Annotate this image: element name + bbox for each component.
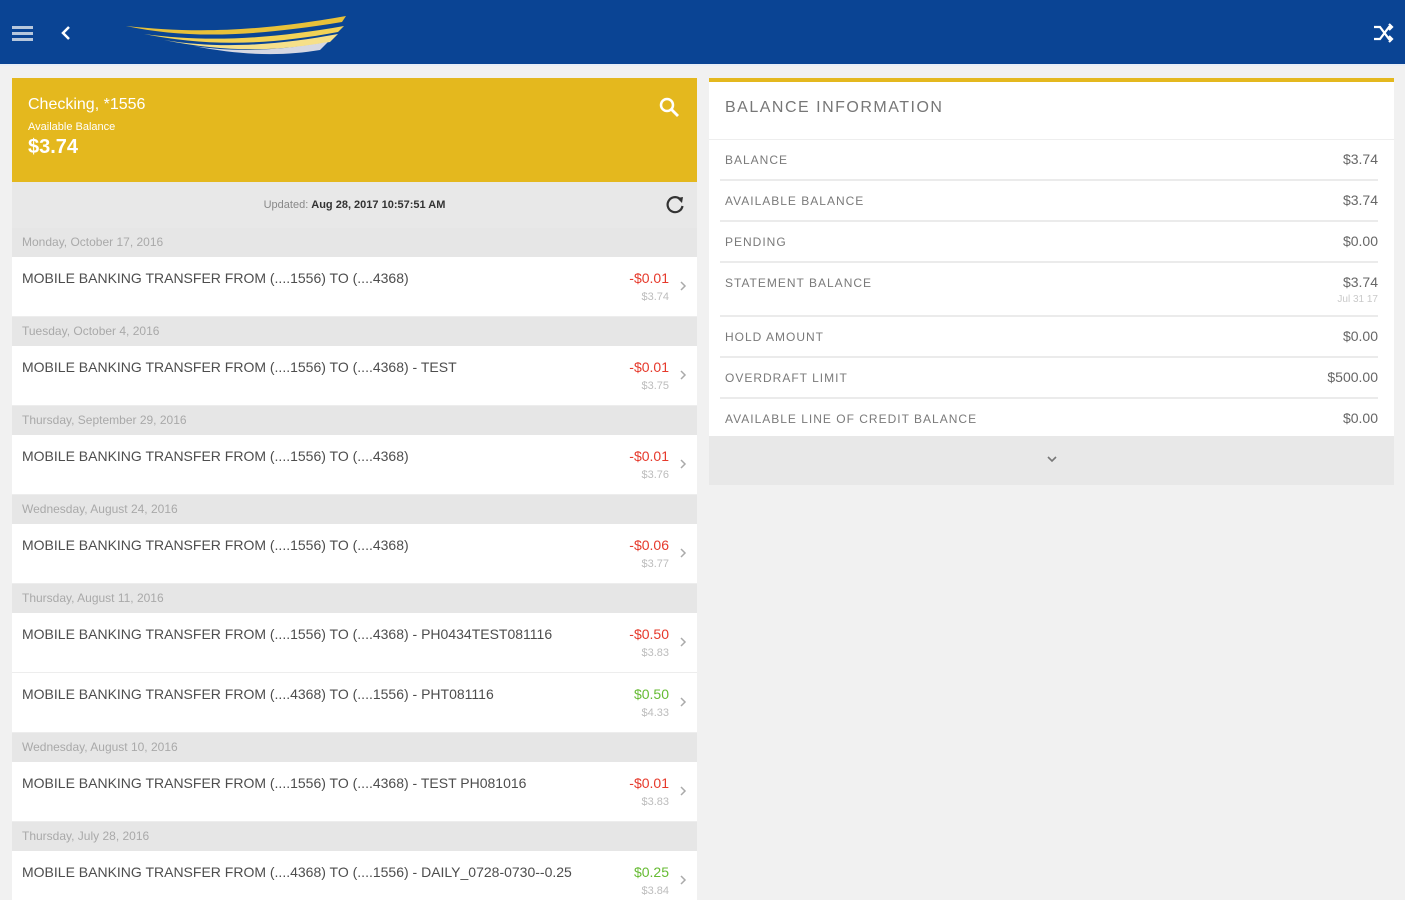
available-balance-label: Available Balance — [28, 121, 116, 133]
balance-row-value: $0.00 — [1342, 233, 1378, 249]
bank-logo — [126, 16, 346, 55]
transaction-description: MOBILE BANKING TRANSFER FROM (....1556) … — [22, 270, 409, 286]
transaction-row[interactable]: MOBILE BANKING TRANSFER FROM (....1556) … — [12, 346, 697, 406]
chevron-right-icon — [680, 281, 687, 291]
transaction-running-balance: $3.83 — [641, 647, 669, 659]
top-app-bar — [0, 0, 1405, 66]
balance-row-label: AVAILABLE LINE OF CREDIT BALANCE — [725, 412, 978, 426]
refresh-icon[interactable] — [664, 194, 686, 216]
transaction-description: MOBILE BANKING TRANSFER FROM (....1556) … — [22, 448, 409, 464]
balance-row: STATEMENT BALANCE $3.74 Jul 31 17 — [720, 263, 1378, 317]
date-group-header: Wednesday, August 10, 2016 — [12, 733, 697, 762]
chevron-right-icon — [680, 548, 687, 558]
transaction-row[interactable]: MOBILE BANKING TRANSFER FROM (....1556) … — [12, 257, 697, 317]
balance-row-value: $3.74 — [1342, 151, 1378, 167]
transaction-amount: -$0.50 — [629, 626, 669, 642]
balance-row: AVAILABLE BALANCE $3.74 — [720, 181, 1378, 222]
date-group-header: Monday, October 17, 2016 — [12, 228, 697, 257]
shuffle-icon[interactable] — [1371, 21, 1395, 45]
transaction-description: MOBILE BANKING TRANSFER FROM (....1556) … — [22, 626, 553, 642]
account-name: Checking, *1556 — [28, 96, 146, 113]
transaction-list: Monday, October 17, 2016 MOBILE BANKING T… — [12, 228, 697, 900]
chevron-down-icon — [1047, 456, 1057, 463]
date-group-header: Tuesday, October 4, 2016 — [12, 317, 697, 346]
transaction-description: MOBILE BANKING TRANSFER FROM (....1556) … — [22, 775, 527, 791]
chevron-right-icon — [680, 786, 687, 796]
balance-row: OVERDRAFT LIMIT $500.00 — [720, 358, 1378, 399]
date-group-header: Thursday, September 29, 2016 — [12, 406, 697, 435]
chevron-right-icon — [680, 637, 687, 647]
balance-row-label: PENDING — [725, 235, 787, 249]
balance-information-rows: BALANCE $3.74 AVAILABLE BALANCE $3.74 PENDIN… — [709, 140, 1394, 440]
transaction-description: MOBILE BANKING TRANSFER FROM (....4368) … — [22, 686, 494, 702]
transaction-description: MOBILE BANKING TRANSFER FROM (....4368) … — [22, 864, 572, 880]
balance-row: BALANCE $3.74 — [720, 140, 1378, 181]
last-updated-bar: Updated: Aug 28, 2017 10:57:51 AM — [12, 182, 697, 228]
balance-row-value: $3.74 — [1342, 274, 1378, 290]
transaction-amount: $0.50 — [633, 686, 669, 702]
balance-row-value: $0.00 — [1342, 410, 1378, 426]
balance-row: PENDING $0.00 — [720, 222, 1378, 263]
transaction-amount: -$0.01 — [629, 448, 669, 464]
transaction-running-balance: $3.84 — [641, 885, 669, 897]
balance-row-value: $0.00 — [1342, 328, 1378, 344]
expand-balance-button[interactable] — [709, 436, 1394, 485]
transaction-description: MOBILE BANKING TRANSFER FROM (....1556) … — [22, 359, 457, 375]
balance-row: HOLD AMOUNT $0.00 — [720, 317, 1378, 358]
transaction-row[interactable]: MOBILE BANKING TRANSFER FROM (....4368) … — [12, 851, 697, 900]
available-balance-value: $3.74 — [28, 136, 79, 158]
chevron-right-icon — [680, 875, 687, 885]
balance-row-label: AVAILABLE BALANCE — [725, 194, 865, 208]
balance-row: AVAILABLE LINE OF CREDIT BALANCE $0.00 — [720, 399, 1378, 440]
transaction-description: MOBILE BANKING TRANSFER FROM (....1556) … — [22, 537, 409, 553]
transaction-row[interactable]: MOBILE BANKING TRANSFER FROM (....4368) … — [12, 673, 697, 733]
balance-information-title: BALANCE INFORMATION — [709, 82, 1394, 140]
transaction-row[interactable]: MOBILE BANKING TRANSFER FROM (....1556) … — [12, 435, 697, 495]
balance-row-date: Jul 31 17 — [1337, 294, 1378, 305]
balance-row-value: $500.00 — [1327, 369, 1378, 385]
transaction-amount: -$0.01 — [629, 359, 669, 375]
balance-row-value: $3.74 — [1342, 192, 1378, 208]
menu-icon[interactable] — [12, 26, 33, 42]
balance-row-label: STATEMENT BALANCE — [725, 276, 873, 290]
transaction-running-balance: $3.77 — [641, 558, 669, 570]
account-header: Checking, *1556 Available Balance $3.74 — [12, 78, 697, 182]
chevron-right-icon — [680, 370, 687, 380]
transaction-row[interactable]: MOBILE BANKING TRANSFER FROM (....1556) … — [12, 613, 697, 673]
balance-information-card: BALANCE INFORMATION BALANCE $3.74 AVAILABL… — [709, 78, 1394, 485]
transaction-running-balance: $3.83 — [641, 796, 669, 808]
transaction-amount: -$0.01 — [629, 270, 669, 286]
back-icon[interactable] — [58, 22, 74, 44]
date-group-header: Thursday, July 28, 2016 — [12, 822, 697, 851]
transaction-running-balance: $4.33 — [641, 707, 669, 719]
transaction-running-balance: $3.76 — [641, 469, 669, 481]
transaction-amount: $0.25 — [633, 864, 669, 880]
transaction-amount: -$0.06 — [629, 537, 669, 553]
date-group-header: Wednesday, August 24, 2016 — [12, 495, 697, 524]
chevron-right-icon — [680, 697, 687, 707]
balance-row-label: HOLD AMOUNT — [725, 330, 825, 344]
date-group-header: Thursday, August 11, 2016 — [12, 584, 697, 613]
search-icon[interactable] — [658, 96, 680, 118]
transaction-running-balance: $3.74 — [641, 291, 669, 303]
transaction-amount: -$0.01 — [629, 775, 669, 791]
updated-label: Updated: — [263, 199, 309, 211]
balance-row-label: BALANCE — [725, 153, 789, 167]
updated-timestamp: Aug 28, 2017 10:57:51 AM — [311, 199, 446, 211]
transactions-panel: Checking, *1556 Available Balance $3.74 … — [12, 78, 697, 900]
transaction-row[interactable]: MOBILE BANKING TRANSFER FROM (....1556) … — [12, 762, 697, 822]
chevron-right-icon — [680, 459, 687, 469]
transaction-running-balance: $3.75 — [641, 380, 669, 392]
transaction-row[interactable]: MOBILE BANKING TRANSFER FROM (....1556) … — [12, 524, 697, 584]
balance-row-label: OVERDRAFT LIMIT — [725, 371, 848, 385]
